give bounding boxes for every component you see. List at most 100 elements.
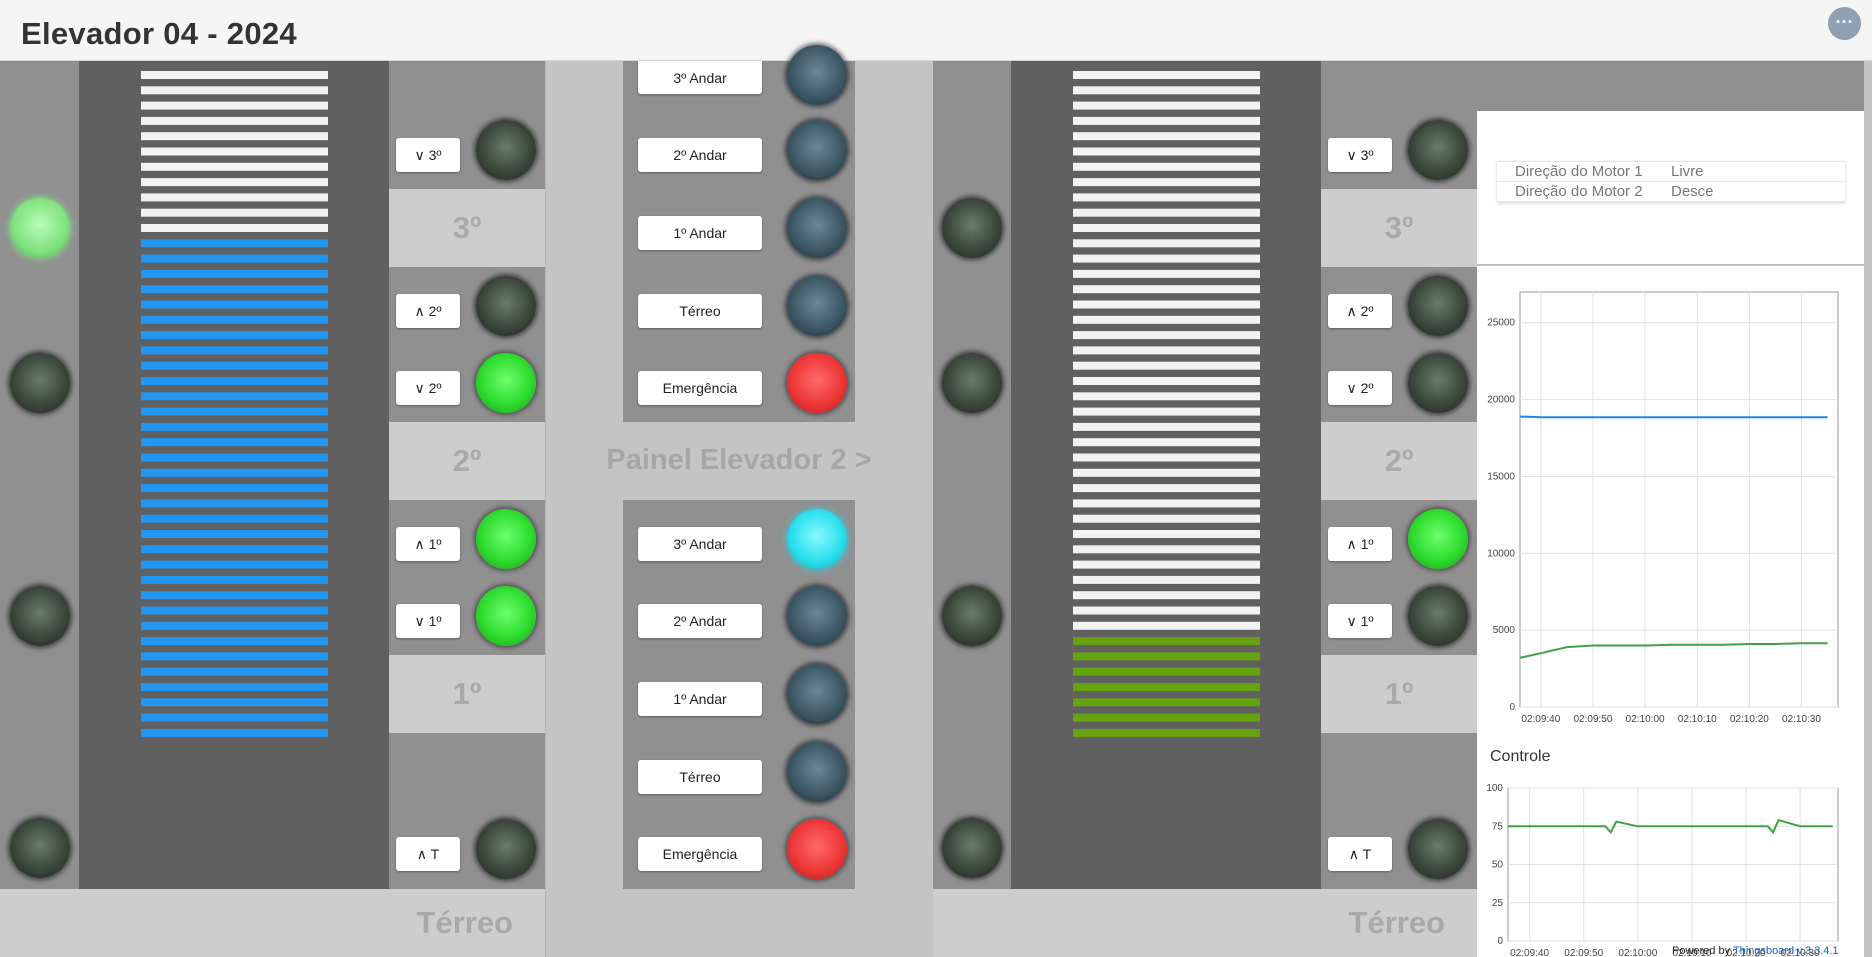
elevator2-shaft: [1011, 61, 1321, 889]
panel1-ground-button[interactable]: Térreo: [638, 294, 762, 328]
elevator2-call-down-3-button[interactable]: ∨ 3º: [1328, 138, 1392, 172]
elevator2-call-up-ground-button[interactable]: ∧ T: [1328, 837, 1392, 871]
telemetry-chart-x-tick-label: 02:10:00: [1626, 714, 1665, 725]
control-chart-y-tick-label: 50: [1492, 860, 1504, 871]
elevator2-indicator-column: [933, 61, 1011, 889]
elevator2-level-bar: [1073, 239, 1260, 248]
elevator1-call-down-1-button[interactable]: ∨ 1º: [396, 604, 460, 638]
elevator1-level-bar: [141, 71, 328, 79]
telemetry-chart-y-tick-label: 5000: [1493, 625, 1516, 636]
elevator2-level-bar: [1073, 621, 1260, 630]
elevator2-level-bar: [1073, 591, 1260, 600]
elevator1-level-bar: [141, 132, 328, 141]
panel1-emergency-button[interactable]: Emergência: [638, 371, 762, 405]
elevator2-level-bar: [1073, 101, 1260, 110]
telemetry-chart-y-tick-label: 20000: [1487, 395, 1515, 406]
panel2-emergency-light: [787, 819, 847, 879]
control-chart-title: Controle: [1490, 748, 1551, 765]
elevator2-level-bar: [1073, 377, 1260, 385]
elevator2-floor1-indicator-light: [942, 586, 1002, 646]
elevator1-floor2-indicator-light: [10, 353, 70, 413]
elevator1-call-down-2-light: [476, 353, 536, 413]
elevator1-level-bar: [141, 453, 328, 462]
elevator1-level-bar: [141, 315, 328, 324]
elevator2-level-bar: [1073, 438, 1260, 447]
elevator2-level-bar: [1073, 147, 1260, 156]
thingsboard-link[interactable]: Thingsboard v.3.3.4.1: [1733, 945, 1839, 957]
elevator2-call-up-1-light: [1408, 509, 1468, 569]
elevator2-ground-indicator-light: [942, 818, 1002, 878]
elevator1-level-bar: [141, 147, 328, 156]
elevator2-floor1-label: 1º: [1321, 655, 1477, 733]
panel2-floor2-button[interactable]: 2º Andar: [638, 604, 762, 638]
elevator1-level-bar: [141, 346, 328, 355]
powered-by-footer: Powered by Thingsboard v.3.3.4.1: [1672, 945, 1839, 957]
elevator2-level-bar: [1073, 300, 1260, 309]
elevator1-floor1-indicator-light: [10, 586, 70, 646]
panel1-floor1-button[interactable]: 1º Andar: [638, 216, 762, 250]
elevator1-level-bar: [141, 484, 328, 493]
page-title: Elevador 04 - 2024: [21, 16, 297, 51]
elevator1-level-bar: [141, 545, 328, 554]
elevator1-call-up-2-button[interactable]: ∧ 2º: [396, 294, 460, 328]
panel1-ground-light: [787, 276, 847, 336]
motor2-key: Direção do Motor 2: [1515, 183, 1643, 200]
elevator1-call-down-3-button[interactable]: ∨ 3º: [396, 138, 460, 172]
elevator2-level-bar: [1073, 453, 1260, 462]
elevator2-floor2-label: 2º: [1321, 422, 1477, 500]
panel2-floor1-button[interactable]: 1º Andar: [638, 682, 762, 716]
elevator1-call-up-2-light: [476, 276, 536, 336]
panel2-floor3-button[interactable]: 3º Andar: [638, 527, 762, 561]
elevator2-level-bar: [1073, 560, 1260, 569]
elevator2-call-down-2-button[interactable]: ∨ 2º: [1328, 371, 1392, 405]
telemetry-chart-x-tick-label: 02:09:40: [1521, 714, 1560, 725]
panel-elevator2-link[interactable]: Painel Elevador 2 >: [545, 444, 933, 477]
panel2-ground-button[interactable]: Térreo: [638, 760, 762, 794]
elevator2-call-up-2-button[interactable]: ∧ 2º: [1328, 294, 1392, 328]
elevator1-floor3-label: 3º: [389, 189, 545, 267]
elevator1-call-up-1-button[interactable]: ∧ 1º: [396, 527, 460, 561]
telemetry-chart-y-tick-label: 25000: [1487, 318, 1515, 329]
panel2-emergency-button[interactable]: Emergência: [638, 837, 762, 871]
panel1-floor2-button[interactable]: 2º Andar: [638, 138, 762, 172]
elevator2-call-down-1-button[interactable]: ∨ 1º: [1328, 604, 1392, 638]
elevator2-level-bar: [1073, 637, 1260, 646]
elevator2-floor3-indicator-light: [942, 198, 1002, 258]
panel1-floor3-button[interactable]: 3º Andar: [638, 61, 762, 94]
elevator1-call-up-ground-button[interactable]: ∧ T: [396, 837, 460, 871]
elevator2-level-bar: [1073, 224, 1260, 232]
elevator1-level-bar: [141, 468, 328, 477]
elevator1-level-bar: [141, 178, 328, 187]
more-icon[interactable]: ···: [1828, 7, 1861, 40]
motor2-value: Desce: [1671, 183, 1714, 200]
control-chart-y-tick-label: 75: [1492, 821, 1504, 832]
control-chart-y-tick-label: 25: [1492, 898, 1504, 909]
control-chart-y-tick-label: 100: [1486, 783, 1503, 794]
elevator2-level-bar: [1073, 178, 1260, 187]
elevator2-level-bar: [1073, 575, 1260, 584]
table-row: Direção do Motor 2 Desce: [1497, 182, 1845, 202]
elevator2-level-bar: [1073, 484, 1260, 493]
elevator1-call-down-3-light: [476, 120, 536, 180]
telemetry-chart-x-tick-label: 02:10:10: [1678, 714, 1717, 725]
elevator1-level-bar: [141, 162, 328, 171]
elevator1-level-bar: [141, 530, 328, 538]
elevator2-level-bar: [1073, 683, 1260, 691]
elevator1-call-down-2-button[interactable]: ∨ 2º: [396, 371, 460, 405]
elevator2-level-bar: [1073, 713, 1260, 722]
panel1-floor3-light: [787, 45, 847, 105]
elevator2-call-up-1-button[interactable]: ∧ 1º: [1328, 527, 1392, 561]
panel2-floor2-light: [787, 586, 847, 646]
elevator2-level-bar: [1073, 71, 1260, 79]
elevator2-level-bar: [1073, 132, 1260, 141]
elevator1-level-bar: [141, 254, 328, 263]
elevator2-level-bar: [1073, 606, 1260, 615]
elevator2-floor2-indicator-light: [942, 353, 1002, 413]
elevator1-floor1-label: 1º: [389, 655, 545, 733]
elevator1-level-bar: [141, 606, 328, 615]
elevator2-level-bar: [1073, 422, 1260, 431]
elevator2-level-bar: [1073, 269, 1260, 278]
telemetry-chart-y-tick-label: 0: [1509, 702, 1515, 713]
elevator1-level-bar: [141, 575, 328, 584]
panel2-ground-light: [787, 742, 847, 802]
